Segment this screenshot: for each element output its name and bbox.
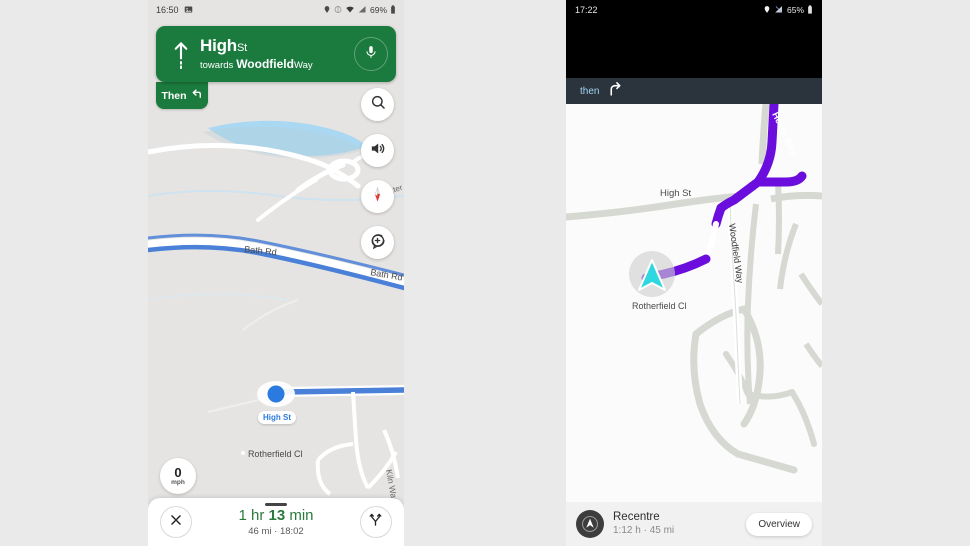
- left-bottom-sheet[interactable]: 1 hr 13 min 46 mi · 18:02: [148, 498, 404, 546]
- right-bottom-sheet[interactable]: Recentre 1:12 h · 45 mi Overview: [566, 502, 822, 546]
- voice-search-button[interactable]: [354, 37, 388, 71]
- status-battery-text: 65%: [786, 5, 804, 15]
- map-controls: [361, 88, 394, 272]
- eta-minutes: 13: [268, 506, 286, 524]
- compass-icon: [368, 185, 387, 209]
- then-label: then: [580, 85, 600, 97]
- trip-info: 1:12 h · 45 mi: [613, 525, 675, 537]
- turn-right-icon: [607, 80, 624, 102]
- speed-value: 0: [174, 464, 182, 480]
- sheet-grabber[interactable]: [265, 503, 287, 506]
- search-button[interactable]: [361, 88, 394, 121]
- svg-text:Rotherfield Cl: Rotherfield Cl: [248, 449, 303, 459]
- status-time: 16:50: [156, 5, 179, 15]
- recentre-text: Recentre 1:12 h · 45 mi: [613, 510, 746, 538]
- towards-label: towards: [200, 60, 234, 72]
- recentre-label: Recentre: [613, 511, 660, 524]
- right-status-bar: 17:22 65%: [566, 0, 822, 20]
- then-bar: then: [566, 78, 822, 104]
- report-incident-icon: [369, 232, 386, 254]
- street-suffix: St: [236, 42, 247, 55]
- battery-icon: [807, 4, 813, 16]
- svg-text:Rotherfield Cl: Rotherfield Cl: [632, 301, 687, 311]
- left-status-bar: 16:50 69%: [148, 0, 404, 20]
- close-icon: [169, 513, 183, 532]
- destination-street: Woodfield: [236, 57, 294, 72]
- location-pin-icon: [323, 5, 331, 16]
- alternate-routes-button[interactable]: [359, 506, 392, 538]
- left-phone-screen: Bath Rd Bath Rd Rotherfield Cl Kiln Way …: [148, 0, 404, 546]
- signal-icon: [774, 5, 784, 16]
- overview-button[interactable]: Overview: [746, 512, 812, 536]
- right-phone-screen: 17:22 65% 275 feet: [566, 0, 822, 546]
- destination-suffix: Way: [293, 60, 313, 72]
- then-chip: Then: [156, 82, 208, 109]
- search-icon: [370, 94, 386, 115]
- then-label: Then: [161, 89, 187, 102]
- battery-icon: [390, 4, 396, 16]
- report-button[interactable]: [361, 226, 394, 259]
- svg-text:High St: High St: [660, 188, 692, 199]
- eta-unit: min: [285, 506, 314, 524]
- recentre-compass-icon[interactable]: [576, 510, 604, 538]
- bluetooth-icon: [334, 5, 342, 16]
- trip-distance-arrival: 46 mi · 18:02: [248, 525, 304, 537]
- screenshot-stage: Bath Rd Bath Rd Rotherfield Cl Kiln Way …: [0, 0, 970, 546]
- status-battery-text: 69%: [369, 5, 387, 15]
- navigation-instruction-card[interactable]: HighSt towards WoodfieldWay: [156, 26, 396, 82]
- signal-icon: [358, 5, 367, 16]
- wifi-icon: [345, 5, 355, 16]
- speaker-icon: [369, 140, 386, 162]
- turn-left-icon: [190, 88, 203, 104]
- eta-hours: 1 hr: [238, 506, 269, 524]
- speed-unit: mph: [171, 478, 185, 486]
- status-time: 17:22: [575, 5, 598, 15]
- position-street-label: High St: [258, 411, 296, 424]
- street-name: High: [200, 36, 237, 56]
- alternate-routes-icon: [368, 512, 383, 532]
- navigation-text: HighSt towards WoodfieldWay: [198, 36, 354, 72]
- image-icon: [184, 5, 193, 16]
- speedometer: 0 mph: [160, 458, 196, 494]
- straight-arrow-icon: [164, 39, 198, 69]
- eta-summary: 1 hr 13 min 46 mi · 18:02: [238, 507, 313, 537]
- compass-button[interactable]: [361, 180, 394, 213]
- close-navigation-button[interactable]: [160, 506, 192, 538]
- sound-button[interactable]: [361, 134, 394, 167]
- microphone-icon: [364, 45, 378, 64]
- location-pin-icon: [763, 5, 771, 16]
- right-map-canvas[interactable]: Rotherfield Cl High St Woodfield Way Hea…: [566, 104, 822, 502]
